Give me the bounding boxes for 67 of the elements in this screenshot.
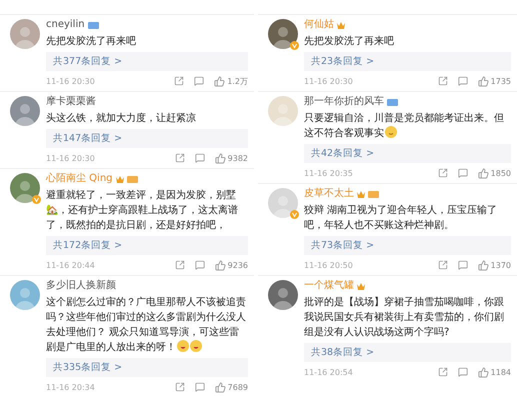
user-name[interactable]: cneyilin: [46, 19, 85, 31]
user-name[interactable]: 那一年你折的风车: [304, 96, 384, 108]
replies-link[interactable]: 共73条回复 >: [304, 236, 511, 255]
comment-time: 11-16 20:50: [304, 260, 354, 270]
share-icon[interactable]: [174, 260, 185, 270]
like-count: 1370: [490, 260, 511, 270]
replies-link[interactable]: 共42条回复 >: [304, 144, 511, 163]
user-name[interactable]: 一个煤气罐: [304, 280, 354, 292]
comment-icon[interactable]: [458, 260, 468, 270]
replies-link[interactable]: 共335条回复 >: [46, 358, 248, 377]
like-icon[interactable]: [214, 382, 226, 392]
comment-time: 11-16 20:44: [46, 260, 96, 270]
emoji-icon: [177, 340, 189, 352]
user-name[interactable]: 何仙姑: [304, 19, 334, 31]
replies-link[interactable]: 共172条回复 >: [46, 236, 248, 255]
like-icon[interactable]: [478, 260, 489, 270]
replies-link[interactable]: 共147条回复 >: [46, 129, 248, 148]
user-name[interactable]: 皮草不太土: [304, 188, 354, 200]
comment-icon[interactable]: [194, 382, 205, 392]
comment-text: 狡辩 湖南卫视为了迎合年轻人，压宝压输了吧，年轻人也不买账这种烂神剧。: [304, 204, 498, 233]
comment-icon[interactable]: [458, 168, 468, 178]
comment-icon[interactable]: [458, 76, 468, 86]
comment-text: 这个剧怎么过审的？广电里那帮人不该被追责吗？这些年他们审过的这么多雷剧为什么没人去处理他们？ 观众只知道骂导演，可这些雷剧是广电里的人放出来的呀！: [46, 296, 247, 355]
share-icon[interactable]: [438, 168, 448, 178]
share-icon[interactable]: [174, 153, 185, 163]
comment-text: 先把发胶洗了再来吧: [46, 34, 137, 49]
emoji-icon: [385, 126, 397, 138]
share-icon[interactable]: [438, 76, 448, 86]
replies-link[interactable]: 共38条回复 >: [304, 343, 511, 362]
like-count: 9236: [228, 260, 248, 270]
comment-time: 11-16 20:54: [304, 368, 354, 376]
share-icon[interactable]: [174, 382, 185, 392]
user-name[interactable]: 摩卡栗栗酱: [46, 96, 96, 108]
comment-icon[interactable]: [194, 260, 205, 270]
like-icon[interactable]: [214, 152, 226, 164]
user-name[interactable]: 心陌南尘 Qing: [46, 173, 113, 185]
like-count: 1850: [490, 168, 511, 178]
comment-text: 避重就轻了，一致差评，是因为发胶，别墅🏡，还有护士穿高跟鞋上战场了，这太离谱了，既然拍的是抗日剧，还是好好拍吧，: [46, 188, 239, 233]
like-count: 9382: [228, 154, 248, 162]
comment-text: 批评的是【战场】穿裙子抽雪茄喝咖啡，你跟我说民国女兵有裙装街上有卖雪茄的，你们剧组是没有人认识战场这两个字吗?: [304, 296, 505, 340]
replies-link[interactable]: 共377条回复 >: [46, 52, 248, 71]
user-name[interactable]: 多少旧人换新颜: [46, 280, 116, 292]
share-icon[interactable]: [174, 76, 184, 86]
share-icon[interactable]: [438, 367, 448, 377]
comment-icon[interactable]: [194, 153, 205, 163]
like-count: 1184: [490, 368, 511, 376]
emoji-icon: [190, 340, 202, 352]
like-icon[interactable]: [478, 366, 489, 378]
comment-icon[interactable]: [194, 76, 204, 86]
like-count: 7689: [228, 382, 248, 392]
share-icon[interactable]: [438, 260, 448, 270]
comment-time: 11-16 20:34: [46, 382, 96, 392]
comment-time: 11-16 20:35: [304, 168, 354, 178]
replies-link[interactable]: 共23条回复 >: [304, 52, 511, 71]
like-count: 1.2万: [227, 76, 248, 86]
comment-time: 11-16 20:30: [304, 76, 354, 86]
like-icon[interactable]: [214, 260, 226, 270]
comment-text: 先把发胶洗了再来吧: [304, 34, 395, 49]
comment-text: 头这么铁，就加大力度，让赶紧凉: [46, 112, 197, 126]
comment-time: 11-16 20:30: [46, 154, 96, 162]
comment-time: 11-16 20:30: [46, 76, 96, 86]
comment-text: 只要逻辑自洽，川普是党员都能考证出来。但这不符合客观事实: [304, 112, 505, 141]
like-icon[interactable]: [214, 76, 226, 86]
like-icon[interactable]: [478, 168, 489, 178]
like-icon[interactable]: [478, 76, 489, 86]
like-count: 1735: [490, 76, 511, 86]
comment-icon[interactable]: [458, 367, 468, 377]
